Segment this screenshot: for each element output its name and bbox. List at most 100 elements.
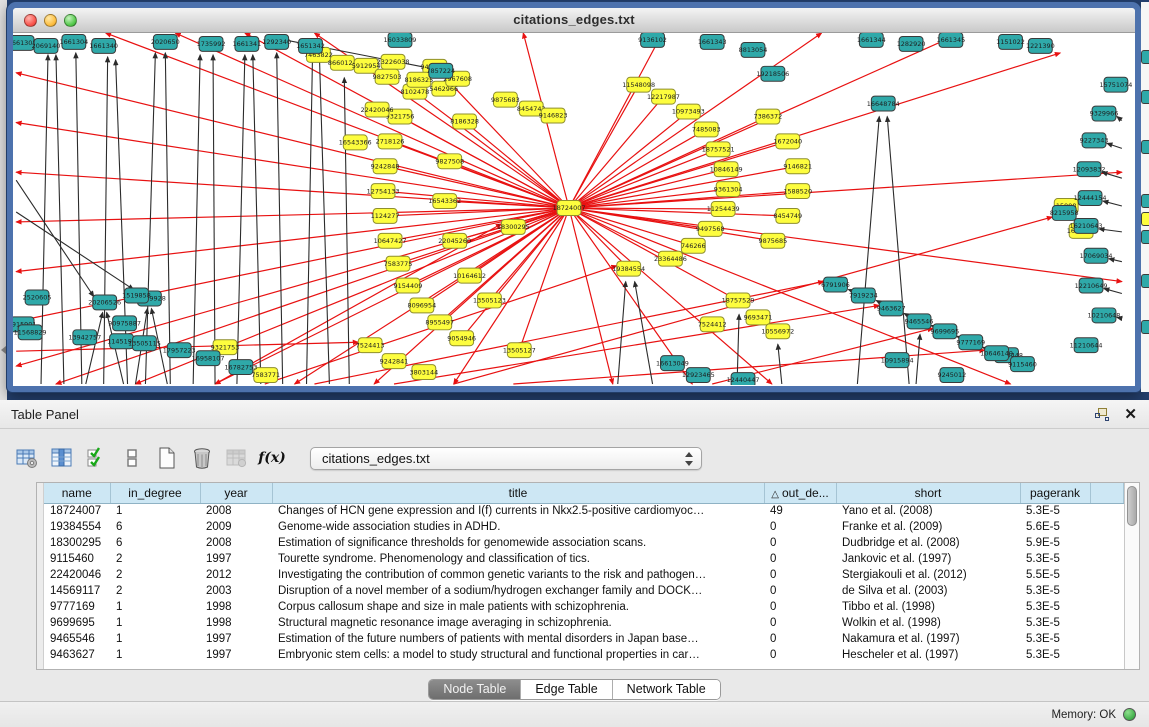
graph-node[interactable]: 9146823	[539, 108, 568, 123]
table-cell[interactable]: 18724007	[44, 503, 110, 519]
graph-node[interactable]: 20206526	[88, 295, 121, 310]
graph-node[interactable]: 22045260	[438, 233, 471, 248]
graph-node[interactable]: 9242841	[380, 354, 409, 369]
table-cell[interactable]: 0	[764, 567, 836, 583]
graph-node[interactable]: 2520605	[23, 290, 52, 305]
table-cell[interactable]: 5.3E-5	[1020, 503, 1090, 519]
graph-node[interactable]: 19384554	[612, 261, 645, 276]
graph-node[interactable]: 8186328	[450, 114, 479, 129]
graph-node[interactable]: 3803144	[409, 365, 438, 380]
table-cell[interactable]: de Silva et al. (2003)	[836, 583, 1020, 599]
graph-node[interactable]: 2718126	[376, 134, 405, 149]
graph-node[interactable]: 18757521	[702, 142, 735, 157]
table-scrollbar[interactable]	[1124, 483, 1139, 669]
graph-node[interactable]: 1661304	[59, 34, 88, 49]
graph-node[interactable]: 9827503	[373, 69, 402, 84]
graph-node[interactable]: 7386372	[754, 109, 783, 124]
table-cell[interactable]: 1	[110, 599, 200, 615]
table-settings-button[interactable]	[14, 445, 40, 471]
graph-node[interactable]: 16958107	[192, 351, 225, 366]
graph-node[interactable]: 11548098	[622, 77, 655, 92]
graph-node[interactable]: 17069034	[1080, 248, 1113, 263]
graph-node[interactable]: 7524413	[356, 338, 385, 353]
table-cell[interactable]: 2	[110, 551, 200, 567]
graph-node[interactable]: 10556972	[761, 324, 794, 339]
table-row[interactable]: 969969511998Structural magnetic resonanc…	[44, 615, 1124, 631]
graph-node[interactable]: 9136102	[638, 33, 667, 47]
table-cell[interactable]: 5.3E-5	[1020, 647, 1090, 663]
graph-node[interactable]: 9875683	[491, 92, 520, 107]
function-builder-button[interactable]: f(x)	[259, 445, 285, 471]
table-cell[interactable]: 1997	[200, 551, 272, 567]
graph-node[interactable]: 1661344	[857, 33, 886, 47]
table-cell[interactable]: Yano et al. (2008)	[836, 503, 1020, 519]
graph-node[interactable]: 10846149	[710, 162, 743, 177]
table-row[interactable]: 946362711997Embryonic stem cells: a mode…	[44, 647, 1124, 663]
import-table-disabled-button[interactable]	[224, 445, 250, 471]
graph-node[interactable]: 9054946	[447, 331, 476, 346]
graph-node[interactable]: 10646149	[980, 346, 1013, 361]
graph-node[interactable]: 8096954	[407, 298, 436, 313]
graph-node[interactable]: 9361304	[714, 182, 743, 197]
graph-node[interactable]: 8215958	[1050, 206, 1079, 221]
table-cell[interactable]: 1997	[200, 631, 272, 647]
stacked-rows-button[interactable]	[119, 445, 145, 471]
graph-node[interactable]: 7583775	[384, 256, 413, 271]
table-cell[interactable]: Structural magnetic resonance image aver…	[272, 615, 764, 631]
column-header-out_de[interactable]: △out_de...	[764, 483, 836, 503]
table-cell[interactable]: 1	[110, 631, 200, 647]
graph-node[interactable]: 1221390	[1026, 38, 1055, 53]
table-cell[interactable]: 2008	[200, 535, 272, 551]
graph-node[interactable]: 13505127	[503, 343, 536, 358]
table-cell[interactable]: Tourette syndrome. Phenomenology and cla…	[272, 551, 764, 567]
table-cell[interactable]: 0	[764, 615, 836, 631]
graph-node[interactable]: 9465546	[905, 314, 934, 329]
graph-node[interactable]: 9227343	[1080, 133, 1109, 148]
table-cell[interactable]: 2012	[200, 567, 272, 583]
graph-node[interactable]: 1661343	[698, 34, 727, 49]
table-cell[interactable]: Corpus callosum shape and size in male p…	[272, 599, 764, 615]
graph-node[interactable]: 18724007	[553, 201, 586, 216]
delete-table-button[interactable]	[189, 445, 215, 471]
table-cell[interactable]: 0	[764, 647, 836, 663]
graph-node[interactable]: 16033809	[384, 33, 417, 47]
graph-node[interactable]: 2069140	[32, 38, 61, 53]
table-cell[interactable]: 1	[110, 647, 200, 663]
table-cell[interactable]: 2009	[200, 519, 272, 535]
table-cell[interactable]: 9699695	[44, 615, 110, 631]
graph-node[interactable]: 18757529	[722, 293, 755, 308]
graph-node[interactable]: 11568829	[14, 325, 47, 340]
table-cell[interactable]: Dudbridge et al. (2008)	[836, 535, 1020, 551]
table-row[interactable]: 977716911998Corpus callosum shape and si…	[44, 599, 1124, 615]
graph-node[interactable]: 1661340	[89, 38, 118, 53]
table-cell[interactable]: Estimation of significance thresholds fo…	[272, 535, 764, 551]
graph-node[interactable]: 9329966	[1090, 106, 1119, 121]
table-cell[interactable]: 1997	[200, 647, 272, 663]
graph-node[interactable]: 9693471	[744, 310, 773, 325]
graph-node[interactable]: 1661345	[936, 33, 965, 47]
graph-node[interactable]: 9154409	[394, 278, 423, 293]
graph-node[interactable]: 8813054	[739, 42, 768, 57]
graph-node[interactable]: 9699695	[931, 324, 960, 339]
table-cell[interactable]: 5.3E-5	[1020, 631, 1090, 647]
graph-node[interactable]: 10915894	[881, 353, 914, 368]
table-cell[interactable]: 0	[764, 519, 836, 535]
table-cell[interactable]: Estimation of the future numbers of pati…	[272, 631, 764, 647]
graph-node[interactable]: 12440447	[727, 373, 760, 385]
network-window[interactable]: citations_edges.txt 18724007942501281024…	[7, 2, 1141, 392]
network-canvas[interactable]: 1872400794250128102478932175627181269242…	[13, 33, 1135, 385]
column-header-title[interactable]: title	[272, 483, 764, 503]
table-row[interactable]: 1938455462009Genome-wide association stu…	[44, 519, 1124, 535]
graph-node[interactable]: 9463627	[877, 301, 906, 316]
graph-node[interactable]: 12210649	[1075, 278, 1108, 293]
table-cell[interactable]: 5.5E-5	[1020, 567, 1090, 583]
column-header-in_degree[interactable]: in_degree	[110, 483, 200, 503]
table-cell[interactable]: 9463627	[44, 647, 110, 663]
tab-node-table[interactable]: Node Table	[429, 680, 520, 699]
graph-node[interactable]: 10973493	[672, 104, 705, 119]
table-cell[interactable]: 6	[110, 535, 200, 551]
graph-node[interactable]: 1282920	[897, 36, 926, 51]
graph-node[interactable]: 12444154	[1074, 191, 1107, 206]
graph-node[interactable]: 9245012	[937, 368, 966, 383]
table-cell[interactable]: Changes of HCN gene expression and I(f) …	[272, 503, 764, 519]
